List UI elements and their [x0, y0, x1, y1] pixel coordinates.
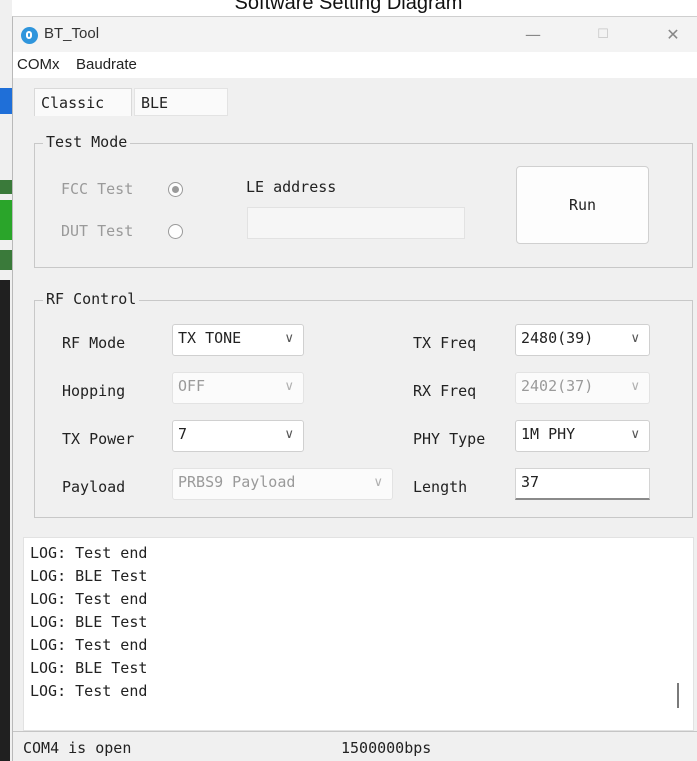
tx-freq-value: 2480(39) [521, 329, 594, 347]
rx-freq-label: RX Freq [413, 382, 477, 400]
phy-type-value: 1M PHY [521, 425, 576, 443]
chevron-down-icon: ∨ [284, 379, 294, 394]
log-scrollbar[interactable] [677, 683, 679, 708]
rx-freq-value: 2402(37) [521, 377, 594, 395]
log-line: LOG: Test end [30, 544, 148, 562]
payload-select[interactable]: PRBS9 Payload ∨ [172, 468, 393, 500]
test-mode-title: Test Mode [43, 133, 131, 151]
rf-mode-label: RF Mode [62, 334, 126, 352]
fcc-test-label: FCC Test [61, 180, 134, 198]
tx-freq-select[interactable]: 2480(39) ∨ [515, 324, 650, 356]
title-bar[interactable]: BT_Tool — ☐ ✕ [13, 17, 697, 52]
payload-value: PRBS9 Payload [178, 473, 296, 491]
menu-comx[interactable]: COMx [17, 56, 60, 73]
test-mode-group: Test Mode FCC Test DUT Test LE address R… [34, 133, 693, 268]
hopping-select[interactable]: OFF ∨ [172, 372, 304, 404]
rx-freq-select[interactable]: 2402(37) ∨ [515, 372, 650, 404]
le-address-field[interactable] [247, 207, 465, 239]
hopping-label: Hopping [62, 382, 126, 400]
log-output[interactable]: LOG: Test end LOG: BLE Test LOG: Test en… [23, 537, 694, 731]
bt-tool-window: BT_Tool — ☐ ✕ COMx Baudrate Classic BLE … [12, 16, 697, 761]
run-button[interactable]: Run [516, 166, 649, 244]
log-line: LOG: BLE Test [30, 659, 148, 677]
phy-type-select[interactable]: 1M PHY ∨ [515, 420, 650, 452]
log-line: LOG: Test end [30, 636, 148, 654]
log-line: LOG: BLE Test [30, 613, 148, 631]
close-button[interactable]: ✕ [650, 20, 696, 50]
maximize-button[interactable]: ☐ [580, 20, 626, 50]
status-bar-divider [13, 731, 697, 732]
tx-freq-label: TX Freq [413, 334, 477, 352]
chevron-down-icon: ∨ [284, 331, 294, 346]
log-line: LOG: BLE Test [30, 567, 148, 585]
payload-label: Payload [62, 478, 126, 496]
status-baud: 1500000bps [341, 739, 432, 757]
tab-ble[interactable]: BLE [134, 88, 228, 116]
dut-test-radio[interactable] [168, 224, 183, 239]
rf-mode-select[interactable]: TX TONE ∨ [172, 324, 304, 356]
menu-bar: COMx Baudrate [13, 52, 697, 78]
window-title: BT_Tool [44, 25, 100, 42]
log-line: LOG: Test end [30, 590, 148, 608]
tx-power-select[interactable]: 7 ∨ [172, 420, 304, 452]
minimize-button[interactable]: — [510, 20, 556, 50]
chevron-down-icon: ∨ [630, 427, 640, 442]
length-label: Length [413, 478, 468, 496]
tx-power-label: TX Power [62, 430, 135, 448]
background-window-strip [0, 0, 12, 761]
rf-control-title: RF Control [43, 290, 140, 308]
chevron-down-icon: ∨ [284, 427, 294, 442]
tx-power-value: 7 [178, 425, 188, 443]
status-port: COM4 is open [23, 739, 132, 757]
chevron-down-icon: ∨ [630, 331, 640, 346]
chevron-down-icon: ∨ [630, 379, 640, 394]
figure-caption: Software Setting Diagram [234, 0, 463, 14]
le-address-label: LE address [246, 178, 337, 196]
rf-mode-value: TX TONE [178, 329, 242, 347]
hopping-value: OFF [178, 377, 206, 395]
dut-test-label: DUT Test [61, 222, 134, 240]
phy-type-label: PHY Type [413, 430, 486, 448]
length-input[interactable]: 37 [515, 468, 650, 500]
rf-control-group: RF Control RF Mode TX TONE ∨ Hopping OFF… [34, 290, 693, 518]
fcc-test-radio[interactable] [168, 182, 183, 197]
menu-baudrate[interactable]: Baudrate [76, 56, 137, 73]
tab-classic[interactable]: Classic [34, 88, 132, 116]
log-line: LOG: Test end [30, 682, 148, 700]
chevron-down-icon: ∨ [373, 475, 383, 490]
bluetooth-app-icon [21, 27, 38, 44]
